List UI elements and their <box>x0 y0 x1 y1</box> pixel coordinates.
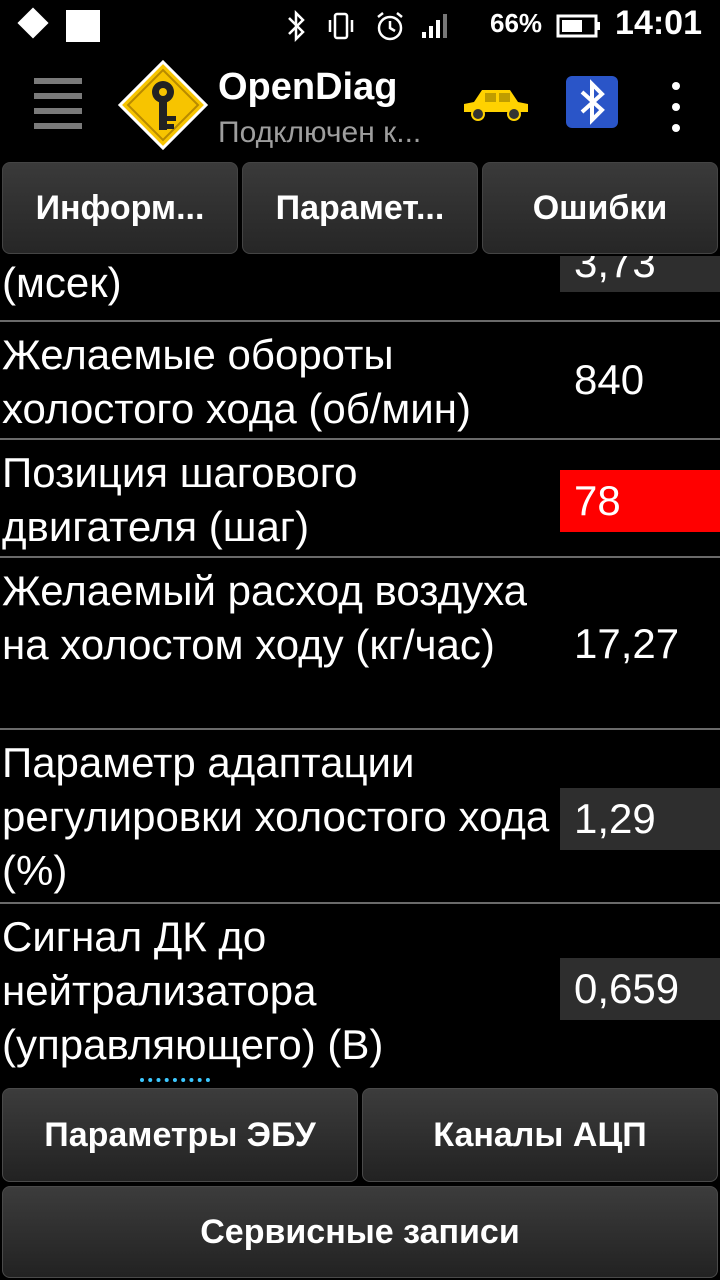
tab-bar: Информ... Парамет... Ошибки <box>0 160 720 256</box>
app-logo-key-icon <box>116 58 210 152</box>
parameter-label: Параметр адаптации регулировки холостого… <box>2 739 550 894</box>
clock: 14:01 <box>615 4 702 42</box>
battery-icon <box>556 8 602 44</box>
parameter-label: Позиция шагового двигателя (шаг) <box>2 449 358 550</box>
overflow-menu-icon[interactable] <box>666 82 686 132</box>
tab-info[interactable]: Информ... <box>2 162 238 254</box>
bottom-panel: Параметры ЭБУ Каналы АЦП Сервисные запис… <box>0 1086 720 1280</box>
signal-icon <box>420 8 450 44</box>
vibrate-icon <box>326 8 356 44</box>
list-item[interactable]: (мсек) 3,73 <box>0 256 720 322</box>
list-item[interactable]: Позиция шагового двигателя (шаг) 78 <box>0 440 720 558</box>
battery-percent: 66% <box>490 8 543 38</box>
list-item[interactable]: Сигнал ДК до нейтрализатора (управляющег… <box>0 904 720 1078</box>
app-title: OpenDiag <box>218 66 398 108</box>
tab-parameters[interactable]: Парамет... <box>242 162 478 254</box>
parameter-list[interactable]: (мсек) 3,73 Желаемые обороты холостого х… <box>0 256 720 1086</box>
tab-errors[interactable]: Ошибки <box>482 162 718 254</box>
list-item[interactable]: Желаемый расход воздуха на холостом ходу… <box>0 558 720 730</box>
parameter-label: (мсек) <box>2 259 122 306</box>
parameter-label: Желаемый расход воздуха на холостом ходу… <box>2 567 527 668</box>
notification-square-icon <box>66 10 100 42</box>
parameter-value-alert: 78 <box>560 470 720 532</box>
alarm-icon <box>374 8 406 44</box>
action-bar: OpenDiag Подключен к... <box>0 52 720 160</box>
parameter-value: 1,29 <box>560 788 720 850</box>
car-icon[interactable] <box>460 82 532 126</box>
parameter-value: 17,27 <box>574 620 680 667</box>
parameter-value: 840 <box>574 356 645 403</box>
parameter-label: Сигнал ДК до нейтрализатора (управляющег… <box>2 913 384 1068</box>
bluetooth-adapter-icon[interactable] <box>564 74 620 130</box>
list-item[interactable]: Параметр адаптации регулировки холостого… <box>0 730 720 904</box>
adc-channels-button[interactable]: Каналы АЦП <box>362 1088 718 1182</box>
status-bar: 66% 14:01 <box>0 0 720 52</box>
parameter-value: 0,659 <box>560 958 720 1020</box>
service-records-button[interactable]: Сервисные записи <box>2 1186 718 1278</box>
menu-icon[interactable] <box>34 78 82 129</box>
parameter-label: Желаемые обороты холостого хода (об/мин) <box>2 331 471 432</box>
ecu-parameters-button[interactable]: Параметры ЭБУ <box>2 1088 358 1182</box>
connection-status: Подключен к... <box>218 116 422 149</box>
list-item[interactable]: Желаемые обороты холостого хода (об/мин)… <box>0 322 720 440</box>
notification-diamond-icon <box>17 7 49 39</box>
bluetooth-status-icon <box>282 8 310 44</box>
parameter-value: 3,73 <box>560 256 720 292</box>
